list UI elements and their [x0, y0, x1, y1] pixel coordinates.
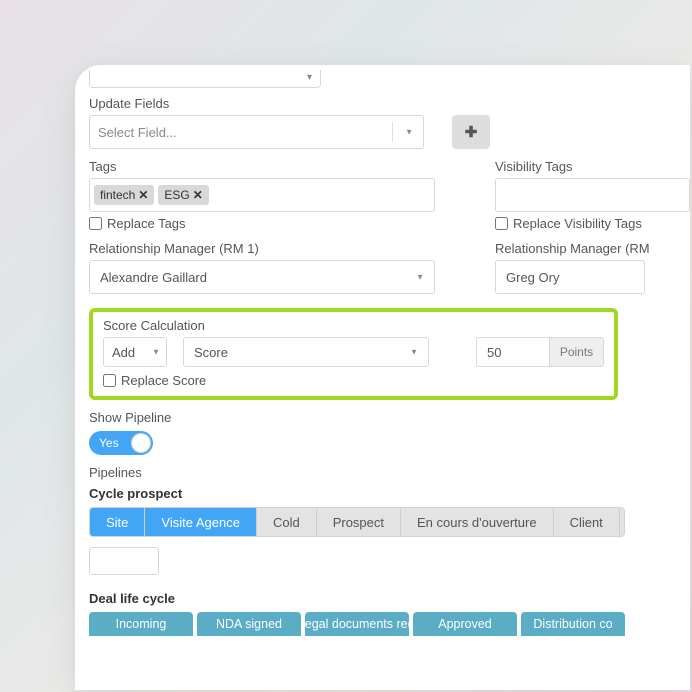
pipeline-name-1: Cycle prospect	[89, 486, 690, 501]
pipeline-stages-1: SiteVisite AgenceColdProspectEn cours d'…	[89, 507, 625, 537]
replace-score-label: Replace Score	[121, 373, 206, 388]
pipelines-label: Pipelines	[89, 465, 690, 480]
add-field-button[interactable]: ✚	[452, 115, 490, 149]
pipeline-stage[interactable]: Cold	[257, 508, 317, 536]
pipeline-stage[interactable]: Pas d'inté	[620, 508, 625, 536]
tag-text: ESG	[164, 188, 189, 202]
pipeline-name-2: Deal life cycle	[89, 591, 690, 606]
pipeline-stage[interactable]: Incoming	[89, 612, 193, 636]
replace-visibility-tags-label: Replace Visibility Tags	[513, 216, 642, 231]
pipeline-stage[interactable]: NDA signed	[197, 612, 301, 636]
rm2-select[interactable]: Greg Ory	[495, 260, 645, 294]
close-icon[interactable]: ✕	[138, 188, 148, 202]
rm2-label: Relationship Manager (RM	[495, 241, 690, 256]
score-field-value: Score	[194, 345, 228, 360]
collapsed-select-top[interactable]: ▾	[89, 70, 321, 88]
caret-down-icon: ▼	[410, 348, 418, 357]
caret-down-icon: ▼	[416, 273, 424, 282]
score-points-input[interactable]	[477, 338, 549, 366]
pipeline-stage[interactable]: Visite Agence	[145, 508, 257, 536]
score-op-select[interactable]: Add ▼	[103, 337, 167, 367]
modal-card: ▾ Update Fields Select Field... ▼ ✚ Tags…	[75, 65, 690, 690]
close-icon[interactable]: ✕	[193, 188, 203, 202]
visibility-tags-label: Visibility Tags	[495, 159, 690, 174]
rm1-select[interactable]: Alexandre Gaillard ▼	[89, 260, 435, 294]
tag-chip[interactable]: fintech ✕	[94, 185, 154, 205]
caret-down-icon: ▾	[307, 72, 312, 83]
show-pipeline-toggle[interactable]: Yes	[89, 431, 153, 455]
plus-icon: ✚	[465, 123, 478, 141]
rm1-value: Alexandre Gaillard	[100, 270, 207, 285]
toggle-value: Yes	[99, 436, 119, 450]
pipeline-stage[interactable]: En cours d'ouverture	[401, 508, 554, 536]
show-pipeline-label: Show Pipeline	[89, 410, 690, 425]
score-points-group: Points	[476, 337, 604, 367]
update-fields-label: Update Fields	[89, 96, 690, 111]
score-op-value: Add	[112, 345, 135, 360]
pipeline-input-1[interactable]	[89, 547, 159, 575]
tags-label: Tags	[89, 159, 435, 174]
rm2-value: Greg Ory	[506, 270, 559, 285]
update-fields-select[interactable]: Select Field... ▼	[89, 115, 424, 149]
pipeline-stage[interactable]: Site	[90, 508, 145, 536]
pipeline-stages-2: IncomingNDA signedBP - Legal documents r…	[89, 612, 625, 636]
pipeline-stage[interactable]: Approved	[413, 612, 517, 636]
replace-visibility-tags-checkbox[interactable]	[495, 217, 508, 230]
replace-tags-label: Replace Tags	[107, 216, 186, 231]
score-points-unit: Points	[549, 338, 603, 366]
tags-input[interactable]: fintech ✕ ESG ✕	[89, 178, 435, 212]
toggle-knob	[131, 433, 151, 453]
pipeline-stage[interactable]: Distribution co	[521, 612, 625, 636]
rm1-label: Relationship Manager (RM 1)	[89, 241, 435, 256]
score-title: Score Calculation	[103, 318, 604, 333]
caret-down-icon: ▼	[152, 348, 160, 357]
tag-chip[interactable]: ESG ✕	[158, 185, 208, 205]
replace-tags-checkbox[interactable]	[89, 217, 102, 230]
tag-text: fintech	[100, 188, 135, 202]
score-calculation-section: Score Calculation Add ▼ Score ▼ Points R…	[89, 308, 618, 400]
visibility-tags-input[interactable]	[495, 178, 690, 212]
pipeline-stage[interactable]: Prospect	[317, 508, 401, 536]
score-field-select[interactable]: Score ▼	[183, 337, 429, 367]
replace-score-checkbox[interactable]	[103, 374, 116, 387]
pipeline-stage[interactable]: BP - Legal documents received	[305, 612, 409, 636]
update-fields-placeholder: Select Field...	[98, 125, 177, 140]
pipeline-stage[interactable]: Client	[554, 508, 620, 536]
caret-down-icon: ▼	[405, 128, 413, 137]
